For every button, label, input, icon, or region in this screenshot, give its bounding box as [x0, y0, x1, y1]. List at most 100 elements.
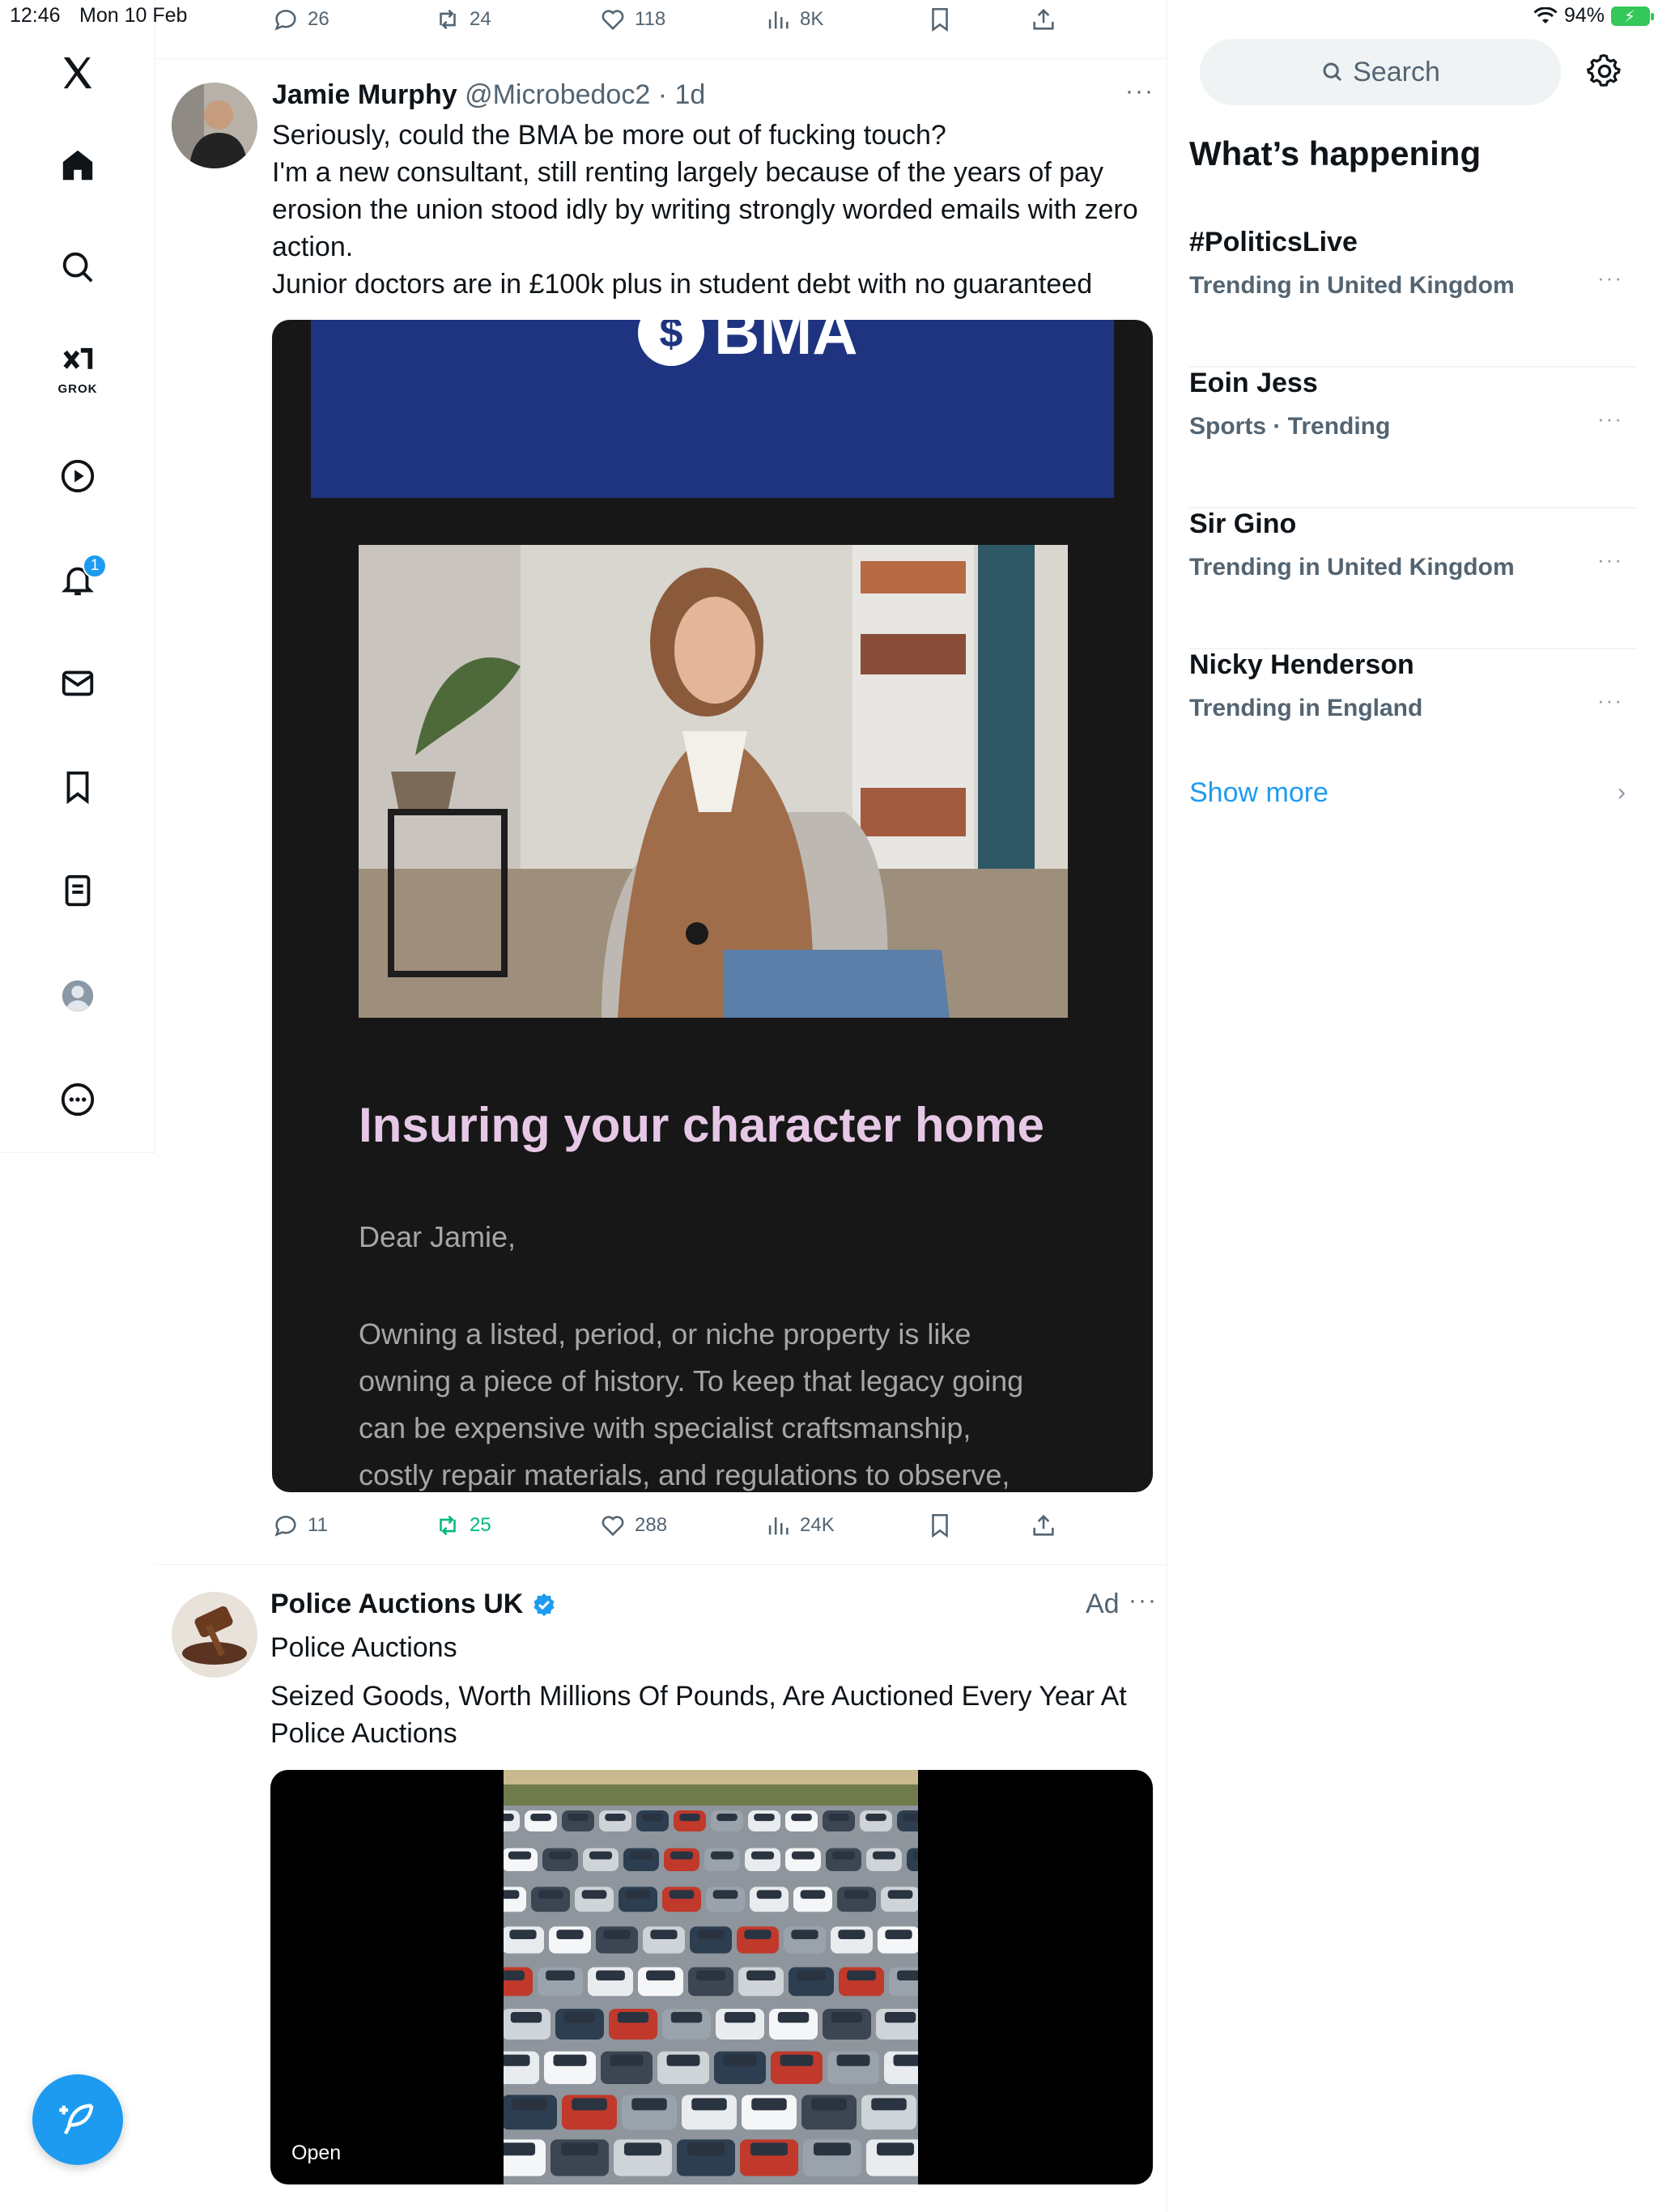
repost-button[interactable]: 25	[434, 1506, 491, 1545]
video-icon[interactable]	[45, 444, 110, 508]
view-count: 24K	[800, 1514, 835, 1536]
tweet-time[interactable]: · 1d	[658, 79, 706, 110]
card-body-line: owning a piece of history. To keep that …	[359, 1364, 1024, 1397]
search-placeholder: Search	[1353, 56, 1440, 87]
author-handle[interactable]: @Microbedoc2	[465, 79, 650, 110]
verified-badge-icon	[534, 1593, 555, 1616]
search-icon	[1323, 62, 1342, 82]
bma-logo-icon: $	[638, 320, 704, 366]
advertiser-name[interactable]: Police Auctions UK	[270, 1589, 523, 1620]
ad-header: Police Auctions UK	[270, 1589, 557, 1620]
trend-item[interactable]: Eoin Jess Sports · Trending ···	[1189, 368, 1636, 508]
ad-open-label[interactable]: Open	[291, 2142, 341, 2165]
repost-icon	[440, 1515, 456, 1536]
wifi-icon	[1533, 6, 1558, 23]
x-logo-icon-svg	[63, 57, 92, 89]
notifications-icon[interactable]: 1	[45, 547, 110, 612]
author-name[interactable]: Jamie Murphy	[272, 79, 457, 110]
trend-meta: Sports · Trending	[1189, 413, 1391, 440]
share-button[interactable]	[1030, 1506, 1057, 1545]
lists-icon[interactable]	[45, 858, 110, 923]
advertiser-avatar[interactable]	[172, 1592, 257, 1678]
tweet-header: Jamie Murphy @Microbedoc2 · 1d	[272, 79, 705, 111]
trend-more-icon[interactable]: ···	[1597, 266, 1623, 291]
compose-button[interactable]	[32, 2074, 123, 2165]
x-logo-icon[interactable]	[45, 40, 110, 105]
repost-count: 25	[470, 1514, 491, 1536]
status-bar: 12:46 Mon 10 Feb 94% ⚡	[0, 0, 1658, 36]
ad-label: Ad	[1086, 1589, 1120, 1619]
notification-badge: 1	[83, 554, 107, 578]
trend-more-icon[interactable]: ···	[1597, 688, 1623, 713]
reply-count: 11	[308, 1514, 328, 1536]
ad-subtitle: Police Auctions	[270, 1632, 457, 1663]
feed-divider	[155, 58, 1167, 59]
battery-icon: ⚡	[1611, 6, 1654, 26]
card-greeting: Dear Jamie,	[359, 1220, 517, 1253]
gavel-logo	[172, 1592, 257, 1678]
trend-more-icon[interactable]: ···	[1597, 406, 1623, 432]
tweet-line: Seriously, could the BMA be more out of …	[272, 120, 946, 151]
more-options-icon[interactable]: ···	[1125, 78, 1154, 105]
ad-text: Seized Goods, Worth Millions Of Pounds, …	[270, 1678, 1153, 1752]
tweet-line: I'm a new consultant, still renting larg…	[272, 157, 1104, 188]
more-icon[interactable]	[45, 1067, 110, 1132]
like-button[interactable]: 288	[599, 1506, 667, 1545]
trend-name: Sir Gino	[1189, 508, 1297, 539]
views-button[interactable]: 24K	[764, 1506, 835, 1545]
trend-item[interactable]: Sir Gino Trending in United Kingdom ···	[1189, 508, 1636, 649]
views-icon	[768, 1517, 789, 1535]
trend-name: Nicky Henderson	[1189, 649, 1414, 680]
trend-more-icon[interactable]: ···	[1597, 547, 1623, 572]
bookmark-icon	[932, 1513, 948, 1538]
bookmarks-icon[interactable]	[45, 755, 110, 819]
trend-meta: Trending in United Kingdom	[1189, 272, 1515, 299]
card-body-line: Owning a listed, period, or niche proper…	[359, 1317, 971, 1351]
search-input[interactable]: Search	[1200, 39, 1561, 105]
profile-icon[interactable]	[45, 963, 110, 1028]
card-body-line: can be expensive with specialist craftsm…	[359, 1411, 971, 1444]
home-icon[interactable]	[45, 133, 110, 198]
car-lot-photo	[504, 1770, 918, 2184]
reply-icon	[274, 1516, 296, 1537]
trend-meta: Trending in England	[1189, 695, 1423, 721]
like-count: 288	[635, 1514, 668, 1536]
feed-divider	[155, 1564, 1167, 1565]
bma-logo: $ BMA	[638, 320, 858, 369]
tweet-text: Seriously, could the BMA be more out of …	[272, 117, 1154, 303]
show-more-link[interactable]: Show more	[1189, 777, 1329, 809]
ad-more-options-icon[interactable]: ···	[1129, 1587, 1158, 1614]
trend-name: Eoin Jess	[1189, 368, 1318, 398]
card-title: Insuring your character home	[359, 1098, 1044, 1152]
status-date: Mon 10 Feb	[79, 4, 188, 27]
avatar[interactable]	[172, 83, 257, 168]
trend-name: #PoliticsLive	[1189, 227, 1358, 257]
messages-icon[interactable]	[45, 651, 110, 716]
left-nav: GROK 1	[0, 0, 155, 1153]
tweet-line: Junior doctors are in £100k plus in stud…	[272, 269, 1093, 300]
bma-header-band: $ BMA	[311, 320, 1114, 498]
woman-in-armchair-photo	[359, 545, 1068, 1018]
tweet-actions: 11 25 288 24K	[155, 1506, 1167, 1545]
heart-icon	[602, 1516, 624, 1537]
grok-icon[interactable]: GROK	[45, 338, 110, 403]
ad-text-line: Seized Goods, Worth Millions Of Pounds, …	[270, 1681, 1127, 1712]
tweet-media-card[interactable]: $ BMA Insuring your character home Dear …	[272, 320, 1153, 1492]
whats-happening-title: What’s happening	[1189, 134, 1482, 172]
card-body: Owning a listed, period, or niche proper…	[359, 1311, 1087, 1492]
avatar-photo	[172, 83, 257, 168]
trend-item[interactable]: #PoliticsLive Trending in United Kingdom…	[1189, 227, 1636, 368]
status-time: 12:46	[10, 4, 61, 27]
reply-button[interactable]: 11	[272, 1506, 328, 1545]
chevron-right-icon: ›	[1618, 779, 1626, 806]
card-body-line: costly repair materials, and regulations…	[359, 1458, 1010, 1491]
bma-brand: BMA	[714, 320, 858, 368]
trend-meta: Trending in United Kingdom	[1189, 554, 1515, 581]
settings-gear-icon[interactable]	[1587, 53, 1622, 89]
tweet-line: action.	[272, 232, 354, 262]
ad-media-card[interactable]: Open	[270, 1770, 1153, 2184]
bookmark-button[interactable]	[926, 1506, 954, 1545]
trend-item[interactable]: Nicky Henderson Trending in England ···	[1189, 649, 1636, 790]
grok-label: GROK	[57, 382, 98, 396]
search-icon[interactable]	[45, 235, 110, 300]
